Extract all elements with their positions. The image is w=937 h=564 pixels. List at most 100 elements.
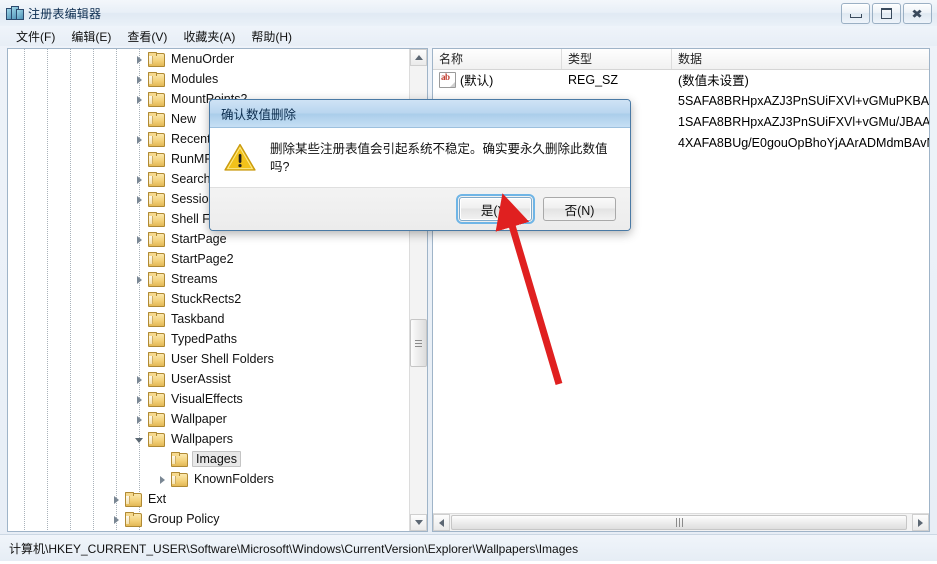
- maximize-button[interactable]: [872, 3, 901, 24]
- string-value-icon: ab: [439, 71, 456, 88]
- close-icon: ✖: [911, 6, 924, 21]
- tree-item-modules[interactable]: Modules: [8, 69, 412, 89]
- tree-item-startpage[interactable]: StartPage: [8, 229, 412, 249]
- values-scroll-right-button[interactable]: [912, 514, 929, 531]
- minimize-button[interactable]: [841, 3, 870, 24]
- tree-item-startpage2[interactable]: StartPage2: [8, 249, 412, 269]
- folder-icon: [148, 172, 165, 187]
- values-horizontal-scrollbar[interactable]: [433, 513, 929, 531]
- folder-icon: [148, 132, 165, 147]
- column-type[interactable]: 类型: [562, 49, 672, 69]
- dialog-titlebar: 确认数值删除: [210, 100, 630, 128]
- dialog-footer: 是(Y) 否(N): [210, 188, 630, 230]
- folder-icon: [171, 472, 188, 487]
- menubar: 文件(F) 编辑(E) 查看(V) 收藏夹(A) 帮助(H): [0, 26, 937, 46]
- folder-icon: [125, 512, 142, 527]
- tree-item-wallpapers[interactable]: Wallpapers: [8, 429, 412, 449]
- column-data[interactable]: 数据: [672, 49, 929, 69]
- tree-item-userassist[interactable]: UserAssist: [8, 369, 412, 389]
- value-data-cell: 1SAFA8BRHpxAZJ3PnSUiFXVl+vGMu/JBAAgC: [678, 114, 929, 129]
- tree-item-knownfolders[interactable]: KnownFolders: [8, 469, 412, 489]
- menu-edit[interactable]: 编辑(E): [63, 26, 119, 47]
- dialog-message: 删除某些注册表值会引起系统不稳定。确实要永久删除此数值吗?: [270, 141, 608, 174]
- tree-item-label: TypedPaths: [171, 332, 238, 346]
- table-row[interactable]: ab (默认) REG_SZ (数值未设置): [433, 69, 929, 90]
- tree-expand-toggle-icon[interactable]: [133, 413, 146, 426]
- tree-item-visualeffects[interactable]: VisualEffects: [8, 389, 412, 409]
- tree-item-label: Group Policy: [148, 512, 220, 526]
- tree-expand-toggle-icon[interactable]: [110, 513, 123, 526]
- value-data-cell: (数值未设置): [678, 74, 749, 88]
- folder-icon: [148, 292, 165, 307]
- value-data-cell: 4XAFA8BUg/E0gouOpBhoYjAArADMdmBAvM: [678, 135, 929, 150]
- tree-expand-toggle-icon[interactable]: [133, 373, 146, 386]
- grip-icon: [675, 518, 683, 527]
- no-button[interactable]: 否(N): [543, 197, 616, 221]
- tree-scroll-up-button[interactable]: [410, 49, 427, 66]
- statusbar: 计算机\HKEY_CURRENT_USER\Software\Microsoft…: [0, 534, 937, 561]
- tree-item-typedpaths[interactable]: TypedPaths: [8, 329, 412, 349]
- tree-scroll-down-button[interactable]: [410, 514, 427, 531]
- folder-icon: [148, 312, 165, 327]
- values-column-header: 名称 类型 数据: [433, 49, 929, 70]
- window-titlebar: 注册表编辑器 ✖: [0, 0, 937, 27]
- tree-item-wallpaper[interactable]: Wallpaper: [8, 409, 412, 429]
- tree-item-menuorder[interactable]: MenuOrder: [8, 49, 412, 69]
- chevron-down-icon: [415, 520, 423, 525]
- value-name-text: (默认): [460, 74, 494, 88]
- dialog-title: 确认数值删除: [221, 108, 297, 122]
- menu-help[interactable]: 帮助(H): [243, 26, 300, 47]
- tree-expand-toggle-icon[interactable]: [133, 133, 146, 146]
- menu-view[interactable]: 查看(V): [119, 26, 175, 47]
- values-scroll-left-button[interactable]: [433, 514, 450, 531]
- column-name[interactable]: 名称: [433, 49, 562, 69]
- tree-item-images[interactable]: Images: [8, 449, 412, 469]
- menu-favorites[interactable]: 收藏夹(A): [175, 26, 243, 47]
- tree-item-streams[interactable]: Streams: [8, 269, 412, 289]
- tree-expand-toggle-icon[interactable]: [156, 473, 169, 486]
- value-type-cell: REG_SZ: [568, 72, 619, 87]
- tree-item-user-shell-folders[interactable]: User Shell Folders: [8, 349, 412, 369]
- tree-expand-toggle-icon[interactable]: [133, 93, 146, 106]
- tree-item-label: New: [171, 112, 197, 126]
- confirm-value-delete-dialog[interactable]: 确认数值删除 删除某些注册表值会引起系统不稳定。确实要永久删除此数值吗? 是(Y…: [209, 99, 631, 231]
- value-name-cell: ab (默认): [433, 70, 562, 89]
- menu-file[interactable]: 文件(F): [8, 26, 63, 47]
- tree-item-stuckrects2[interactable]: StuckRects2: [8, 289, 412, 309]
- tree-scroll-thumb[interactable]: [410, 319, 427, 367]
- folder-icon: [148, 52, 165, 67]
- tree-expand-toggle-icon[interactable]: [110, 493, 123, 506]
- folder-icon: [148, 352, 165, 367]
- values-scroll-thumb[interactable]: [451, 515, 907, 530]
- folder-icon: [148, 152, 165, 167]
- tree-expand-toggle-icon[interactable]: [133, 173, 146, 186]
- tree-expand-toggle-icon[interactable]: [133, 233, 146, 246]
- tree-item-group-policy[interactable]: Group Policy: [8, 509, 412, 529]
- tree-collapse-toggle-icon[interactable]: [133, 433, 146, 446]
- tree-item-label: KnownFolders: [194, 472, 274, 486]
- tree-item-label: StuckRects2: [171, 292, 242, 306]
- registry-path: 计算机\HKEY_CURRENT_USER\Software\Microsoft…: [9, 541, 579, 556]
- folder-icon: [148, 72, 165, 87]
- tree-item-label: Recent: [171, 132, 211, 146]
- yes-button[interactable]: 是(Y): [456, 194, 535, 224]
- folder-icon: [148, 372, 165, 387]
- folder-icon: [148, 392, 165, 407]
- tree-item-label: Taskband: [171, 312, 225, 326]
- chevron-left-icon: [439, 519, 444, 527]
- folder-icon: [148, 252, 165, 267]
- tree-item-taskband[interactable]: Taskband: [8, 309, 412, 329]
- tree-expand-toggle-icon[interactable]: [133, 273, 146, 286]
- tree-expand-toggle-icon[interactable]: [133, 73, 146, 86]
- tree-item-label: Wallpapers: [171, 432, 234, 446]
- tree-expand-toggle-icon[interactable]: [133, 53, 146, 66]
- tree-item-ext[interactable]: Ext: [8, 489, 412, 509]
- tree-expand-toggle-icon[interactable]: [133, 193, 146, 206]
- tree-expand-toggle-icon[interactable]: [133, 393, 146, 406]
- chevron-right-icon: [918, 519, 923, 527]
- close-button[interactable]: ✖: [903, 3, 932, 24]
